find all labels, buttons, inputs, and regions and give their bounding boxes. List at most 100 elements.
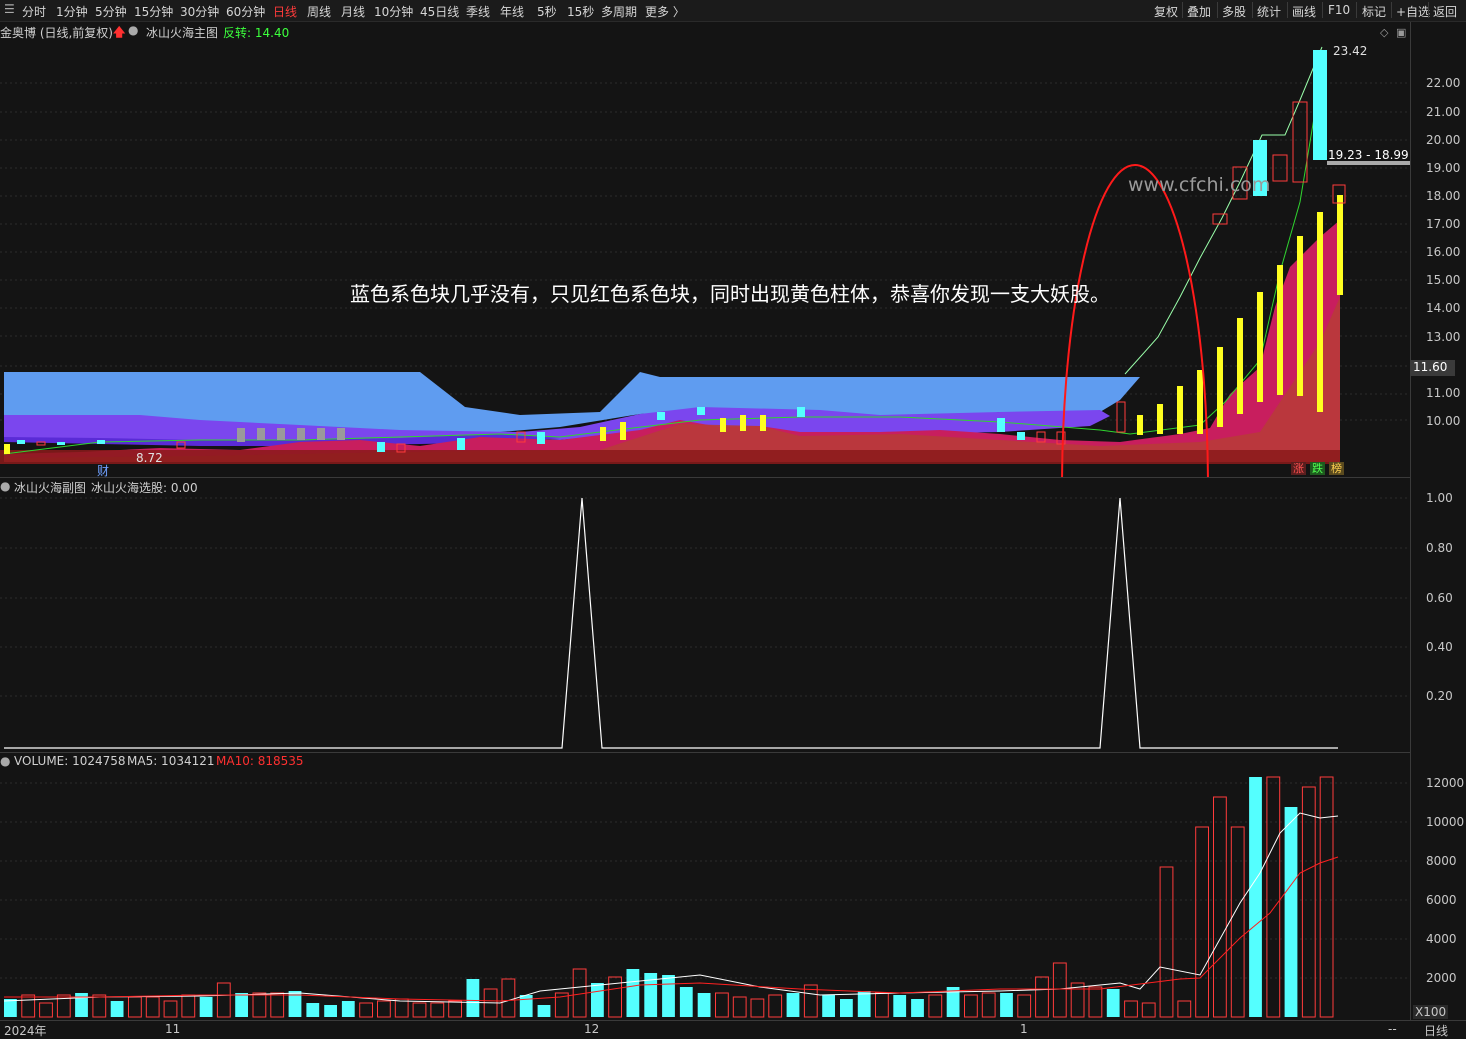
signal-chart[interactable] — [0, 478, 1410, 752]
volume-tick: 4000 — [1426, 932, 1457, 946]
period-quarter[interactable]: 季线 — [466, 3, 490, 20]
volume-bar — [1195, 826, 1209, 1018]
volume-tick: 10000 — [1426, 815, 1465, 829]
divider — [1287, 2, 1288, 18]
volume-bar — [981, 992, 996, 1018]
period-1min-time[interactable]: 分时 — [22, 3, 46, 20]
volume-bar — [715, 992, 729, 1018]
volume-bar — [306, 1003, 320, 1017]
price-tick: 10.00 — [1426, 414, 1461, 428]
multi-stock-button[interactable]: 多股 — [1222, 3, 1246, 20]
divider — [1356, 2, 1357, 18]
volume-bar — [662, 975, 675, 1017]
volume-bar — [1319, 776, 1334, 1018]
overlay-button[interactable]: 叠加 — [1187, 3, 1211, 20]
period-monthly[interactable]: 月线 — [341, 3, 365, 20]
period-daily[interactable]: 日线 — [273, 3, 297, 20]
volume-bar — [591, 983, 604, 1017]
high-price-label: 23.42 — [1333, 44, 1368, 58]
volume-bar — [857, 991, 871, 1017]
volume-bar — [163, 1000, 178, 1018]
volume-ma5-line — [3, 812, 1339, 1004]
divider — [1182, 2, 1183, 18]
volume-bar — [1052, 962, 1067, 1018]
period-5sec[interactable]: 5秒 — [537, 3, 557, 20]
volume-bar — [875, 992, 889, 1018]
divider — [1217, 2, 1218, 18]
volume-tick: 2000 — [1426, 971, 1457, 985]
period-15min[interactable]: 15分钟 — [134, 3, 173, 20]
rank-badge[interactable]: 榜 — [1329, 462, 1344, 475]
price-tick: 18.00 — [1426, 189, 1461, 203]
period-10min[interactable]: 10分钟 — [374, 3, 413, 20]
volume-bar — [1000, 993, 1013, 1017]
period-weekly[interactable]: 周线 — [307, 3, 331, 20]
range-tag: 19.23 - 18.99 — [1328, 148, 1409, 162]
volume-bar — [679, 987, 693, 1017]
main-price-chart[interactable] — [0, 22, 1410, 478]
scroll-dash[interactable]: -- — [1388, 1022, 1397, 1036]
add-watchlist-button[interactable]: +自选 — [1396, 3, 1430, 20]
period-45day[interactable]: 45日线 — [420, 3, 459, 20]
volume-bar — [1177, 1000, 1192, 1018]
volume-bar — [412, 1002, 427, 1018]
period-indicator[interactable]: 日线 — [1424, 1022, 1448, 1039]
price-tick: 19.00 — [1426, 161, 1461, 175]
period-1min[interactable]: 1分钟 — [56, 3, 88, 20]
mark-button[interactable]: 标记 — [1362, 3, 1386, 20]
volume-bar — [1301, 786, 1316, 1018]
divider — [1391, 2, 1392, 18]
period-more[interactable]: 更多 〉 — [645, 3, 685, 20]
list-icon[interactable]: ☰ — [4, 2, 15, 16]
highlight-ellipse — [1061, 164, 1209, 478]
volume-bar — [626, 969, 640, 1017]
volume-bars — [4, 776, 1334, 1018]
back-button[interactable]: 返回 — [1433, 3, 1457, 20]
period-60min[interactable]: 60分钟 — [226, 3, 265, 20]
price-axis-separator — [1410, 22, 1411, 1022]
volume-bar — [341, 1001, 355, 1017]
x-axis-label-dec: 12 — [584, 1022, 600, 1036]
price-tick: 22.00 — [1426, 76, 1461, 90]
price-tick: 20.00 — [1426, 133, 1461, 147]
x-axis-label-jan: 1 — [1020, 1022, 1028, 1036]
stats-button[interactable]: 统计 — [1257, 3, 1281, 20]
volume-tick: 12000 — [1426, 776, 1465, 790]
f10-button[interactable]: F10 — [1328, 3, 1350, 17]
period-year[interactable]: 年线 — [500, 3, 524, 20]
volume-bar — [199, 997, 213, 1017]
period-30min[interactable]: 30分钟 — [180, 3, 219, 20]
watermark: www.cfchi.com — [1128, 174, 1271, 196]
volume-bar — [252, 992, 267, 1018]
sub-tick: 0.40 — [1426, 640, 1453, 654]
volume-tick: 8000 — [1426, 854, 1457, 868]
volume-bar — [697, 993, 711, 1017]
volume-bar — [21, 994, 36, 1018]
rise-badge[interactable]: 涨 — [1291, 462, 1306, 475]
volume-bar — [822, 995, 835, 1017]
volume-bar — [519, 995, 533, 1017]
draw-line-button[interactable]: 画线 — [1292, 3, 1316, 20]
volume-unit: X100 — [1413, 1005, 1449, 1019]
low-price-label: 8.72 — [136, 451, 163, 465]
fall-badge[interactable]: 跌 — [1310, 462, 1325, 475]
volume-bar — [537, 1005, 551, 1017]
fuquan-button[interactable]: 复权 — [1154, 3, 1178, 20]
volume-bar — [466, 979, 480, 1017]
volume-bar — [1266, 776, 1281, 1018]
period-multi[interactable]: 多周期 — [601, 3, 637, 20]
volume-chart[interactable] — [0, 753, 1410, 1020]
volume-bar — [181, 994, 196, 1018]
divider — [1322, 2, 1323, 18]
volume-bar — [110, 1001, 124, 1017]
volume-bar — [145, 996, 160, 1018]
period-15sec[interactable]: 15秒 — [567, 3, 594, 20]
volume-bar — [1213, 796, 1227, 1018]
period-5min[interactable]: 5分钟 — [95, 3, 127, 20]
volume-bar — [92, 994, 107, 1018]
price-tick: 15.00 — [1426, 273, 1461, 287]
volume-bar — [270, 992, 285, 1018]
volume-bar — [768, 994, 783, 1018]
volume-bar — [1284, 807, 1298, 1017]
volume-bar — [1017, 994, 1032, 1018]
